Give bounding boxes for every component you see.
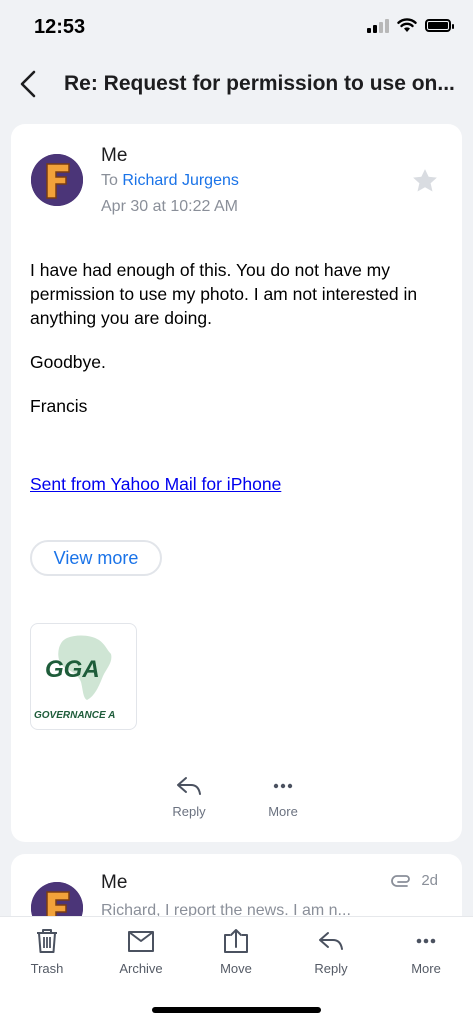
attachment-logo-text: GGA [45, 656, 100, 683]
home-indicator [152, 1007, 321, 1013]
archive-icon [128, 931, 154, 952]
back-button[interactable] [14, 64, 44, 104]
move-icon [224, 929, 248, 953]
sender-name: Me [101, 145, 128, 166]
view-more-button[interactable]: View more [30, 540, 162, 576]
battery-icon [425, 19, 454, 32]
more-label: More [268, 804, 298, 819]
body-paragraph: I have had enough of this. You do not ha… [30, 260, 418, 328]
reply-button[interactable]: Reply [159, 774, 219, 819]
sender-name: Me [101, 872, 128, 893]
signature-link[interactable]: Sent from Yahoo Mail for iPhone [30, 474, 281, 495]
message-card: Me To Richard Jurgens Apr 30 at 10:22 AM… [11, 124, 462, 842]
reply-label: Reply [172, 804, 206, 819]
status-bar: 12:53 [0, 0, 473, 58]
reply-icon [319, 932, 343, 950]
trash-button[interactable]: Trash [12, 927, 82, 976]
status-icons [367, 18, 454, 33]
chevron-left-icon [20, 70, 36, 98]
to-prefix: To [101, 172, 118, 189]
message-date: Apr 30 at 10:22 AM [101, 198, 238, 215]
wifi-icon [397, 18, 417, 32]
more-toolbar-label: More [411, 961, 441, 976]
trash-icon [37, 929, 57, 953]
archive-label: Archive [119, 961, 163, 976]
email-subject: Re: Request for permission to use on... [64, 72, 455, 95]
more-dots-icon [416, 938, 436, 944]
attachment-caption: GOVERNANCE A [34, 710, 116, 721]
body-paragraph: Francis [30, 396, 88, 416]
archive-button[interactable]: Archive [106, 927, 176, 976]
star-icon [413, 169, 437, 192]
reply-icon [177, 777, 201, 795]
message-body: I have had enough of this. You do not ha… [30, 258, 440, 438]
star-button[interactable] [410, 166, 440, 196]
more-button[interactable]: More [253, 774, 313, 819]
recipient-line: To Richard Jurgens [101, 172, 239, 190]
move-button[interactable]: Move [201, 927, 271, 976]
cellular-signal-icon [367, 18, 389, 33]
attachment-clip-icon [391, 874, 411, 887]
reply-toolbar-label: Reply [314, 961, 348, 976]
nav-bar: Re: Request for permission to use on... [0, 58, 473, 110]
move-label: Move [220, 961, 252, 976]
avatar[interactable] [31, 154, 83, 206]
recipient-name[interactable]: Richard Jurgens [122, 172, 239, 189]
status-time: 12:53 [34, 16, 86, 38]
avatar-letter-f-icon [31, 154, 83, 206]
attachment-thumbnail[interactable]: GGA GOVERNANCE A [30, 623, 137, 730]
reply-toolbar-button[interactable]: Reply [296, 927, 366, 976]
more-dots-icon [273, 783, 293, 789]
body-paragraph: Goodbye. [30, 352, 106, 372]
more-toolbar-button[interactable]: More [391, 927, 461, 976]
message-age: 2d [391, 872, 438, 889]
age-text: 2d [421, 872, 438, 889]
trash-label: Trash [30, 961, 64, 976]
